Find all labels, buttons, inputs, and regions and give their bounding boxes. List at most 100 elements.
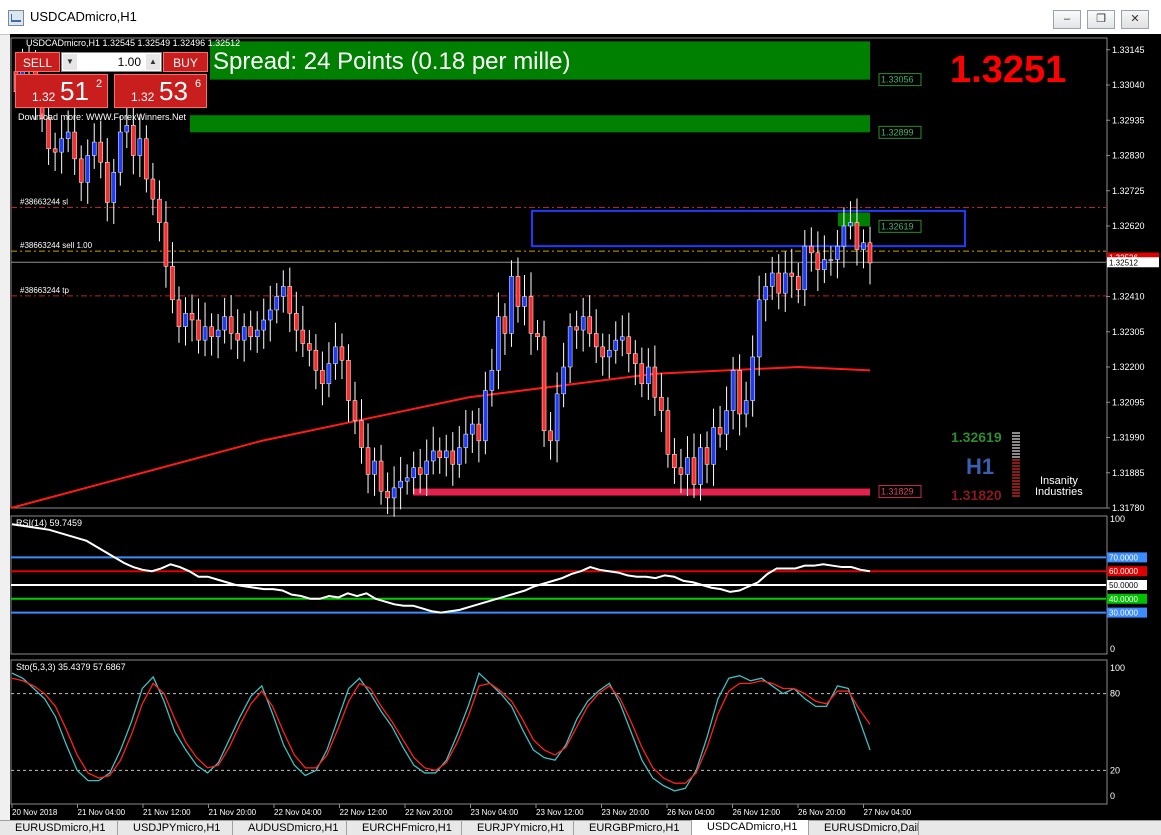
zone-rect [190, 115, 870, 133]
candle-body [267, 309, 273, 321]
minimize-button[interactable]: – [1053, 10, 1081, 29]
candle-body [822, 259, 827, 270]
tab-audusdmicro-h1[interactable]: AUDUSDmicro,H1 [233, 821, 347, 835]
window-title: USDCADmicro,H1 [30, 9, 137, 24]
sell-button[interactable]: SELL [15, 52, 60, 72]
candle-body [470, 423, 475, 435]
time-tick-label: 26 Nov 04:00 [667, 808, 715, 817]
candle-body [196, 319, 201, 341]
range-gauge-bar [1012, 480, 1020, 482]
candle-body [163, 222, 169, 267]
candle-body [711, 427, 716, 465]
lo-value-label: 1.31820 [951, 487, 1002, 503]
candle-body [111, 172, 117, 203]
candle-body [606, 349, 612, 358]
range-gauge-bar [1012, 471, 1020, 473]
rsi-level-label: 70.0000 [1109, 553, 1138, 562]
rsi-level-label: 40.0000 [1109, 595, 1138, 604]
candle-body [202, 326, 208, 341]
candle-body [691, 457, 697, 485]
candle-body [567, 326, 573, 368]
time-axis: 20 Nov 2018 21 Nov 04:00 21 Nov 12:00 21 No… [11, 804, 912, 817]
candle-body [411, 467, 416, 479]
range-gauge-bar [1012, 489, 1020, 491]
price-tick-label: 1.32095 [1112, 397, 1145, 407]
candle-body [72, 131, 77, 160]
tab-eurusdmicro-daily[interactable]: EURUSDmicro,Daily [809, 821, 919, 835]
sto-axis-label: 0 [1110, 791, 1115, 801]
candle-body [828, 259, 834, 261]
lot-increase-icon[interactable]: ▲ [146, 54, 160, 70]
tab-usdcadmicro-h1[interactable]: USDCADmicro,H1 [692, 820, 809, 835]
candle-body [593, 333, 599, 348]
buy-price-button[interactable]: 1.32 53 6 [114, 74, 207, 108]
range-gauge-bar [1012, 462, 1020, 464]
candle-body [502, 316, 508, 334]
chart-canvas[interactable]: 1.331451.330401.329351.328301.327251.326… [10, 34, 1161, 820]
candle-body [769, 272, 775, 287]
price-pane: 1.331451.330401.329351.328301.327251.326… [10, 37, 1159, 805]
candle-body [743, 400, 749, 415]
price-tick-label: 1.31780 [1112, 503, 1145, 513]
big-price-label: 1.3251 [950, 49, 1066, 91]
time-tick-label: 22 Nov 04:00 [274, 808, 322, 817]
candle-body [215, 329, 221, 338]
restore-button[interactable]: ❐ [1087, 10, 1115, 29]
buy-price-main: 53 [159, 76, 188, 106]
tab-eurchfmicro-h1[interactable]: EURCHFmicro,H1 [347, 821, 462, 835]
tab-usdjpymicro-h1[interactable]: USDJPYmicro,H1 [118, 821, 233, 835]
candle-body [756, 299, 762, 358]
range-gauge-bar [1012, 444, 1020, 446]
one-click-trading-panel: SELL ▼ 1.00 ▲ BUY 1.32 51 2 1.32 53 6 [13, 52, 210, 109]
candle-body [841, 225, 847, 247]
candle-body [189, 313, 195, 321]
range-gauge-bar [1012, 468, 1020, 470]
zone-label: 1.31829 [881, 487, 914, 497]
close-button[interactable]: ✕ [1121, 10, 1149, 29]
candle-body [52, 148, 58, 153]
candle-body [378, 460, 384, 492]
candle-body [444, 450, 449, 458]
lot-decrease-icon[interactable]: ▼ [63, 54, 77, 70]
candle-body [300, 329, 306, 344]
time-tick-label: 21 Nov 04:00 [78, 808, 126, 817]
candle-body [65, 131, 71, 139]
candle-body [528, 296, 534, 334]
chart-area[interactable]: 1.33145 1.33040 1.32935 1.32830 1.32725 1.326… [10, 34, 1161, 820]
symbol-tab-bar: EURUSDmicro,H1 USDJPYmicro,H1 AUDUSDmicro,… [0, 820, 1161, 835]
tab-eurjpymicro-h1[interactable]: EURJPYmicro,H1 [462, 821, 574, 835]
candle-body [365, 447, 371, 475]
candle-body [672, 454, 677, 468]
range-gauge-bar [1012, 474, 1020, 476]
candle-body [85, 155, 90, 183]
lot-size-value[interactable]: 1.00 [78, 53, 145, 71]
time-tick-label: 21 Nov 20:00 [209, 808, 257, 817]
candle-body [391, 487, 397, 499]
sell-price-button[interactable]: 1.32 51 2 [15, 74, 108, 108]
buy-button[interactable]: BUY [163, 52, 208, 72]
range-gauge-bar [1012, 447, 1020, 449]
candle-body [385, 490, 390, 499]
time-tick-label: 23 Nov 20:00 [602, 808, 650, 817]
lot-size-field[interactable]: ▼ 1.00 ▲ [61, 52, 162, 72]
range-gauge-bar [1012, 441, 1020, 443]
candle-body [561, 366, 566, 395]
rsi-pane: 70.0000 60.0000 50.0000 40.0000 30.0000 100 0 [11, 514, 1147, 654]
candle-body [861, 242, 866, 250]
price-tick-label: 1.32620 [1112, 221, 1145, 231]
candle-body [678, 467, 684, 475]
tab-eurgbpmicro-h1[interactable]: EURGBPmicro,H1 [574, 821, 692, 835]
tab-eurusdmicro-h1[interactable]: EURUSDmicro,H1 [0, 821, 118, 835]
order-line-label: #38663244 sl [20, 198, 68, 207]
candle-body [281, 286, 286, 297]
spread-label: Spread: 24 Points (0.18 per mille) [213, 48, 571, 75]
candle-body [261, 319, 266, 331]
candle-body [626, 336, 632, 354]
time-tick-label: 22 Nov 20:00 [405, 808, 453, 817]
range-gauge-bar [1012, 459, 1020, 461]
candle-body [333, 346, 338, 364]
candle-body [854, 222, 860, 250]
candle-body [776, 272, 781, 294]
zone-label: 1.33056 [881, 75, 914, 85]
candle-body [457, 447, 462, 465]
